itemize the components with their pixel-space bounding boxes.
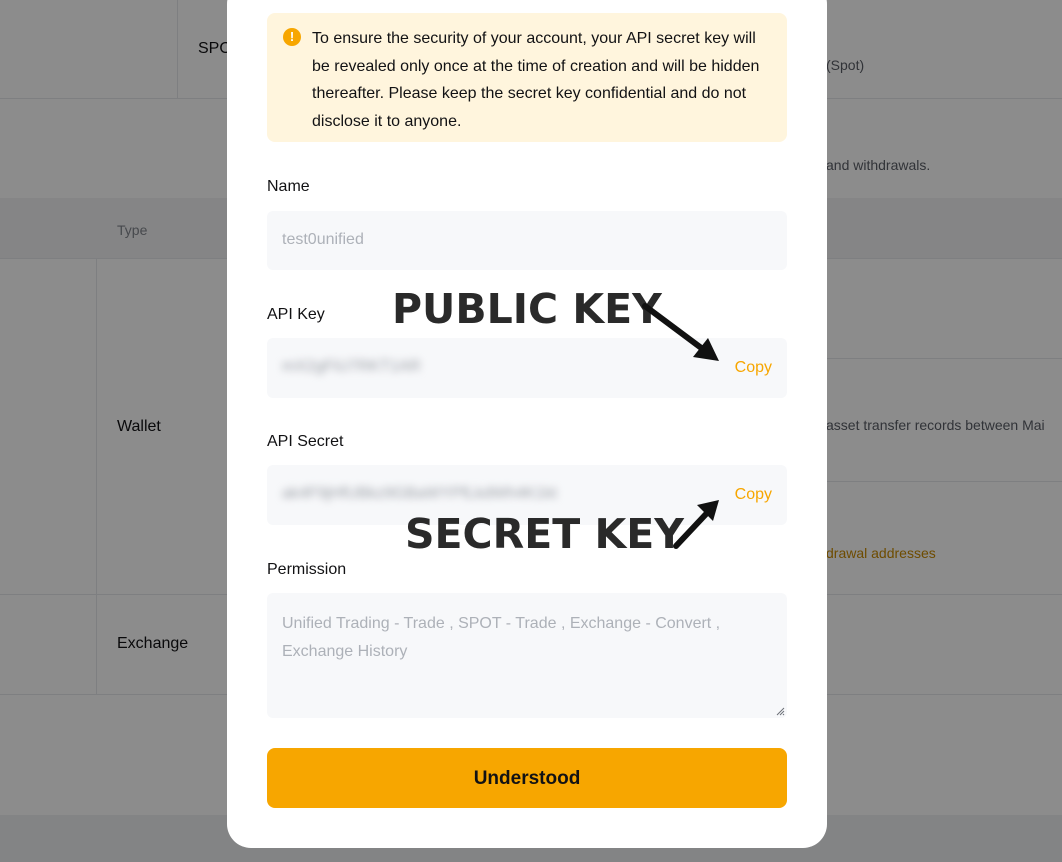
name-field[interactable]: test0unified bbox=[267, 211, 787, 270]
permission-textarea[interactable]: Unified Trading - Trade , SPOT - Trade ,… bbox=[267, 593, 787, 718]
api-secret-value: ak4F9jHfUBkz9GBaWYPfLkdWh4K1kt bbox=[282, 485, 557, 502]
permission-label: Permission bbox=[267, 561, 347, 578]
security-notice: ! To ensure the security of your account… bbox=[267, 13, 787, 142]
api-key-label: API Key bbox=[267, 306, 325, 323]
api-key-field[interactable]: mX2gFiU7RKT1AR Copy bbox=[267, 338, 787, 398]
permission-value: Unified Trading - Trade , SPOT - Trade ,… bbox=[282, 615, 721, 660]
secret-key-annotation: SECRET KEY bbox=[405, 510, 684, 558]
name-label: Name bbox=[267, 178, 310, 195]
copy-api-secret-button[interactable]: Copy bbox=[735, 486, 772, 504]
resize-handle-icon[interactable] bbox=[775, 706, 785, 716]
api-key-created-modal: ! To ensure the security of your account… bbox=[227, 0, 827, 848]
name-value: test0unified bbox=[282, 231, 364, 248]
copy-api-key-button[interactable]: Copy bbox=[735, 359, 772, 377]
warning-icon: ! bbox=[283, 28, 301, 46]
security-notice-text: To ensure the security of your account, … bbox=[312, 30, 760, 130]
public-key-annotation: PUBLIC KEY bbox=[392, 285, 662, 333]
api-key-value: mX2gFiU7RKT1AR bbox=[282, 358, 421, 375]
understood-button[interactable]: Understood bbox=[267, 748, 787, 808]
api-secret-label: API Secret bbox=[267, 433, 344, 450]
